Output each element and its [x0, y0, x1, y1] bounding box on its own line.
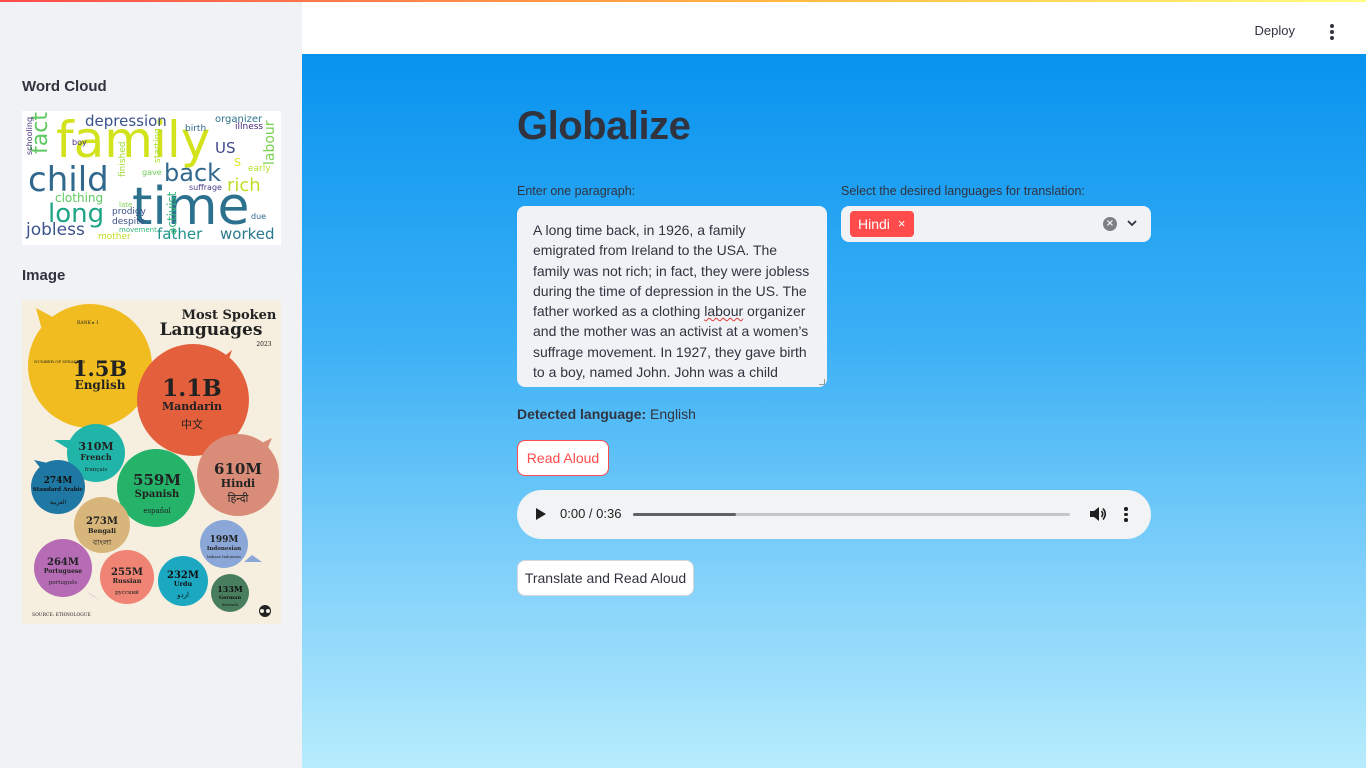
- language-multiselect[interactable]: Hindi × ×: [841, 206, 1151, 242]
- resize-handle[interactable]: [819, 379, 825, 385]
- remove-chip-icon[interactable]: ×: [898, 211, 906, 237]
- wc-word: father: [157, 225, 203, 243]
- lang-name: German: [219, 595, 242, 601]
- lang-value: 1.1B: [162, 375, 221, 402]
- audio-time: 0:00 / 0:36: [560, 506, 622, 521]
- main-content: Globalize Enter one paragraph: A long ti…: [302, 54, 1366, 768]
- spellcheck-word: labour: [704, 303, 744, 320]
- infographic-svg: Most Spoken Languages 2023 RANK ▸ 1 NUMB…: [28, 304, 279, 618]
- languages-infographic: Most Spoken Languages 2023 RANK ▸ 1 NUMB…: [22, 300, 281, 624]
- lang-value: 559M: [133, 471, 181, 489]
- selected-language-chip: Hindi ×: [850, 211, 914, 237]
- sidebar: Word Cloud family time child depression …: [0, 0, 302, 768]
- image-heading: Image: [22, 267, 66, 284]
- wc-word: finished: [118, 141, 128, 177]
- wc-word: suffrage: [189, 183, 222, 192]
- translate-read-aloud-button[interactable]: Translate and Read Aloud: [517, 560, 694, 596]
- wc-word: boy: [72, 138, 87, 147]
- lang-value: 199M: [210, 535, 239, 545]
- wc-word: late: [119, 201, 133, 209]
- lang-native: বাংলা: [92, 538, 112, 547]
- lang-name: French: [80, 452, 112, 462]
- wc-word: activist: [165, 191, 179, 235]
- infographic-title-2: Languages: [160, 320, 263, 340]
- lang-native: اردو: [176, 591, 189, 599]
- lang-name: Russian: [113, 577, 142, 585]
- lang-native: français: [85, 467, 108, 473]
- lang-native: العربية: [50, 499, 67, 506]
- audio-progress-bar[interactable]: [633, 513, 1070, 516]
- lang-value: 273M: [86, 516, 118, 527]
- lang-name: Hindi: [221, 477, 255, 490]
- clear-all-icon[interactable]: ×: [1103, 217, 1117, 231]
- lang-native: русский: [115, 590, 139, 596]
- lang-value: 264M: [47, 557, 79, 568]
- detected-value: English: [650, 406, 696, 422]
- wc-word: S: [234, 156, 241, 169]
- lang-name: Indonesian: [207, 546, 241, 552]
- lang-name: Spanish: [135, 489, 180, 500]
- wc-word: mother: [98, 232, 131, 242]
- wc-word: due: [251, 212, 267, 221]
- lang-native: português: [49, 579, 78, 586]
- top-decoration-stripe: [0, 0, 1366, 2]
- detected-label: Detected language:: [517, 406, 647, 422]
- wc-word: back: [164, 159, 222, 187]
- wc-word: illness: [235, 122, 264, 132]
- wc-word: starting: [153, 128, 163, 163]
- infographic-source: SOURCE: ETHNOLOGUE: [32, 612, 91, 618]
- lang-value: 274M: [44, 476, 73, 486]
- audio-more-options-icon[interactable]: [1123, 507, 1129, 523]
- app-header: Deploy: [302, 0, 1366, 54]
- paragraph-textarea[interactable]: A long time back, in 1926, a family emig…: [517, 206, 827, 387]
- volume-icon[interactable]: [1089, 506, 1107, 522]
- play-icon[interactable]: [536, 508, 546, 520]
- lang-name: English: [75, 378, 126, 392]
- wc-word: prodigy: [112, 207, 146, 217]
- lang-name: Standard Arabic: [33, 487, 84, 493]
- lang-native: bahasa Indonesia: [207, 554, 241, 559]
- lang-name: Urdu: [174, 580, 193, 588]
- main-menu-icon[interactable]: [1326, 24, 1338, 40]
- lang-name: Mandarin: [162, 400, 222, 413]
- lang-native: 中文: [181, 417, 203, 431]
- wc-word: rich: [227, 175, 261, 196]
- wc-word: US: [215, 139, 236, 157]
- word-cloud-image: family time child depression back fact l…: [22, 111, 281, 245]
- lang-value: 610M: [214, 460, 262, 478]
- lang-value: 133M: [217, 584, 243, 594]
- paragraph-label: Enter one paragraph:: [517, 184, 636, 198]
- lang-native: हिन्दी: [228, 492, 249, 505]
- lang-name: Portuguese: [44, 568, 82, 575]
- lang-native: español: [143, 507, 171, 515]
- wc-word: birth: [185, 124, 207, 134]
- detected-language: Detected language: English: [517, 406, 696, 422]
- logo-icon: [259, 605, 271, 617]
- wordcloud-heading: Word Cloud: [22, 78, 107, 95]
- infographic-year: 2023: [256, 341, 271, 348]
- wc-word: schooling: [25, 116, 34, 155]
- languages-label: Select the desired languages for transla…: [841, 184, 1085, 198]
- infographic-rank-label: RANK ▸ 1: [77, 320, 99, 326]
- wc-word: gave: [142, 168, 162, 177]
- wc-word: depression: [85, 112, 167, 130]
- wc-word: labour: [262, 120, 278, 165]
- audio-player: 0:00 / 0:36: [517, 490, 1151, 539]
- chevron-down-icon[interactable]: [1126, 217, 1138, 229]
- lang-native: deutsch: [222, 602, 238, 607]
- chip-label: Hindi: [858, 216, 890, 232]
- lang-name: Bengali: [88, 527, 117, 535]
- wc-word: worked: [220, 225, 275, 243]
- read-aloud-button[interactable]: Read Aloud: [517, 440, 609, 476]
- wc-word: early: [248, 164, 271, 174]
- wc-word: clothing: [55, 191, 104, 205]
- deploy-button[interactable]: Deploy: [1255, 23, 1295, 38]
- audio-buffered-fill: [633, 513, 736, 516]
- page-title: Globalize: [517, 104, 691, 148]
- wc-word: jobless: [26, 220, 85, 240]
